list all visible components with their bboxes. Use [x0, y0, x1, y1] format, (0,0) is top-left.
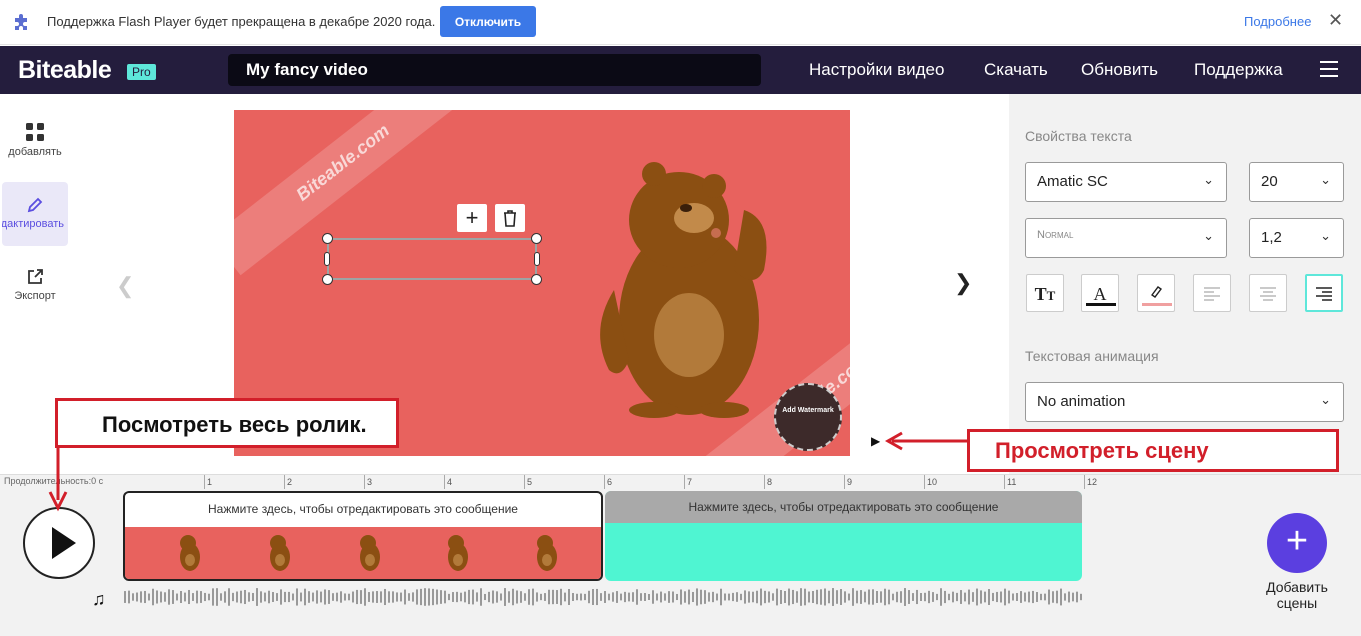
text-animation-select[interactable]: No animation ⌄: [1025, 382, 1344, 422]
add-scene-label: Добавить сцены: [1266, 579, 1328, 611]
nav-download[interactable]: Скачать: [984, 60, 1048, 80]
scene-clip-1[interactable]: Нажмите здесь, чтобы отредактировать это…: [123, 491, 603, 581]
play-icon: [52, 527, 76, 559]
disable-flash-button[interactable]: Отключить: [440, 6, 536, 37]
chevron-down-icon: ⌄: [1320, 392, 1331, 407]
clip-caption[interactable]: Нажмите здесь, чтобы отредактировать это…: [605, 491, 1082, 523]
highlight-icon[interactable]: [1137, 274, 1175, 312]
resize-handle[interactable]: [322, 233, 333, 244]
font-weight-select[interactable]: Normal ⌄: [1025, 218, 1227, 258]
add-scene-button[interactable]: +: [1267, 513, 1327, 573]
resize-handle[interactable]: [531, 233, 542, 244]
ruler-tick: 10: [924, 475, 937, 489]
nav-support[interactable]: Поддержка: [1194, 60, 1283, 80]
chevron-down-icon: ⌄: [1320, 172, 1331, 187]
preview-scene-icon[interactable]: ▶: [871, 434, 880, 448]
ruler-tick: 5: [524, 475, 532, 489]
clip-thumbnail[interactable]: [125, 527, 601, 579]
line-height-select[interactable]: 1,2 ⌄: [1249, 218, 1344, 258]
resize-handle[interactable]: [531, 274, 542, 285]
font-family-select[interactable]: Amatic SC ⌄: [1025, 162, 1227, 202]
video-title-input[interactable]: My fancy video: [228, 54, 761, 86]
ruler-tick: 2: [284, 475, 292, 489]
text-color-button[interactable]: A: [1081, 274, 1119, 312]
sidebar-item-label: Редактировать: [2, 218, 64, 230]
ruler-tick: 7: [684, 475, 692, 489]
biteable-logo[interactable]: Biteable: [18, 56, 112, 85]
pro-badge: Pro: [127, 64, 156, 80]
sidebar-item-export[interactable]: Экспорт: [2, 268, 68, 312]
ruler-tick: 1: [204, 475, 212, 489]
nav-video-settings[interactable]: Настройки видео: [809, 60, 944, 80]
ruler-tick: 12: [1084, 475, 1097, 489]
chevron-down-icon: ⌄: [1203, 228, 1214, 243]
export-icon: [28, 269, 43, 284]
text-case-button[interactable]: TT: [1026, 274, 1064, 312]
font-size-select[interactable]: 20 ⌄: [1249, 162, 1344, 202]
bear-illustration[interactable]: [594, 160, 794, 420]
align-right-icon[interactable]: [1305, 274, 1343, 312]
chevron-down-icon: ⌄: [1203, 172, 1214, 187]
music-note-icon[interactable]: ♫: [92, 589, 106, 610]
callout-preview-scene: Просмотреть сцену: [967, 429, 1339, 472]
menu-icon[interactable]: [1320, 61, 1338, 77]
delete-icon[interactable]: [495, 204, 525, 232]
align-center-icon[interactable]: [1249, 274, 1287, 312]
close-icon[interactable]: ✕: [1328, 10, 1343, 31]
sidebar-item-edit[interactable]: Редактировать: [2, 182, 68, 246]
callout-play-all: Посмотреть весь ролик.: [55, 398, 399, 448]
biteable-editor: Поддержка Flash Player будет прекращена …: [0, 0, 1361, 636]
scene-clip-2[interactable]: Нажмите здесь, чтобы отредактировать это…: [605, 491, 1082, 581]
text-element-frame[interactable]: [327, 238, 537, 280]
audio-waveform[interactable]: [123, 587, 1083, 607]
puzzle-icon: [15, 14, 27, 30]
top-navigation: Biteable Pro My fancy video Настройки ви…: [0, 46, 1361, 94]
ruler-tick: 3: [364, 475, 372, 489]
sidebar-item-add[interactable]: добавлять: [2, 122, 68, 166]
sidebar-item-label: Экспорт: [14, 290, 56, 302]
next-scene-icon[interactable]: ❯: [954, 270, 972, 296]
text-animation-title: Текстовая анимация: [1025, 348, 1159, 364]
timeline-ruler[interactable]: Продолжительность:0 с 1 2 3 4 5 6 7 8 9 …: [0, 474, 1361, 489]
chevron-down-icon: ⌄: [1320, 228, 1331, 243]
pencil-icon: [27, 197, 43, 213]
ruler-tick: 9: [844, 475, 852, 489]
grid-icon: [26, 123, 44, 141]
ruler-tick: 11: [1004, 475, 1016, 489]
flash-notification-bar: Поддержка Flash Player будет прекращена …: [0, 0, 1361, 45]
nav-upgrade[interactable]: Обновить: [1081, 60, 1158, 80]
ruler-tick: 4: [444, 475, 452, 489]
resize-handle[interactable]: [324, 252, 330, 266]
play-all-button[interactable]: [23, 507, 95, 579]
add-watermark-badge[interactable]: Add Watermark: [774, 383, 842, 451]
text-properties-panel: Свойства текста Amatic SC ⌄ 20 ⌄ Normal ⌄ 1…: [1009, 94, 1361, 474]
resize-handle[interactable]: [322, 274, 333, 285]
duration-label: Продолжительность:0 с: [4, 476, 104, 486]
ruler-tick: 6: [604, 475, 612, 489]
sidebar-item-label: добавлять: [8, 146, 62, 158]
previous-scene-icon[interactable]: ❮: [116, 273, 134, 299]
ruler-tick: 8: [764, 475, 772, 489]
add-element-button[interactable]: +: [457, 204, 487, 232]
resize-handle[interactable]: [534, 252, 540, 266]
align-left-icon[interactable]: [1193, 274, 1231, 312]
flash-message: Поддержка Flash Player будет прекращена …: [47, 14, 436, 29]
text-properties-title: Свойства текста: [1025, 128, 1132, 144]
more-info-link[interactable]: Подробнее: [1244, 14, 1311, 29]
clip-caption[interactable]: Нажмите здесь, чтобы отредактировать это…: [125, 493, 601, 525]
